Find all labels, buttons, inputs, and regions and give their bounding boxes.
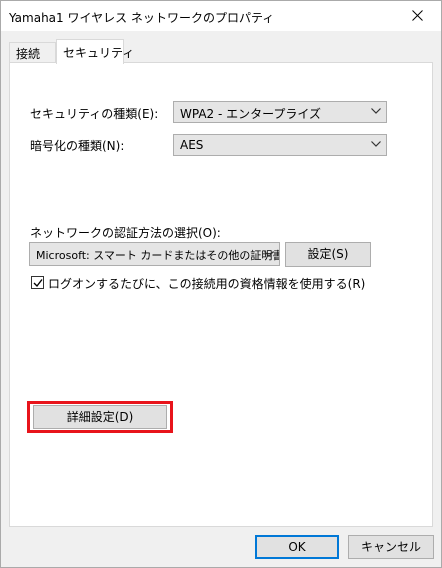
security-type-value: WPA2 - エンタープライズ	[180, 107, 322, 121]
close-icon	[412, 10, 423, 21]
chevron-down-icon	[371, 141, 381, 147]
security-type-select[interactable]: WPA2 - エンタープライズ	[173, 101, 387, 123]
remember-credentials-checkbox[interactable]	[31, 276, 44, 289]
tab-connection[interactable]: 接続	[9, 42, 56, 63]
encryption-type-label: 暗号化の種類(N):	[30, 139, 125, 153]
tab-security[interactable]: セキュリティ	[56, 39, 134, 64]
advanced-settings-button[interactable]: 詳細設定(D)	[33, 405, 167, 429]
encryption-type-select[interactable]: AES	[173, 134, 387, 156]
close-button[interactable]	[395, 1, 441, 31]
checkmark-icon	[33, 279, 43, 288]
auth-method-select[interactable]: Microsoft: スマート カードまたはその他の証明書	[29, 242, 280, 266]
cancel-button[interactable]: キャンセル	[348, 535, 434, 559]
auth-settings-button[interactable]: 設定(S)	[285, 242, 371, 267]
security-type-label: セキュリティの種類(E):	[30, 107, 159, 121]
ok-button[interactable]: OK	[255, 535, 339, 559]
chevron-down-icon	[264, 251, 274, 257]
properties-dialog: Yamaha1 ワイヤレス ネットワークのプロパティ 接続 セキュリティ セキュ…	[0, 0, 442, 568]
title-bar: Yamaha1 ワイヤレス ネットワークのプロパティ	[1, 1, 441, 31]
window-title: Yamaha1 ワイヤレス ネットワークのプロパティ	[9, 11, 275, 25]
encryption-type-value: AES	[180, 138, 204, 152]
auth-method-label: ネットワークの認証方法の選択(O):	[30, 226, 221, 240]
chevron-down-icon	[371, 108, 381, 114]
auth-method-value: Microsoft: スマート カードまたはその他の証明書	[36, 249, 280, 262]
security-panel: セキュリティの種類(E): WPA2 - エンタープライズ 暗号化の種類(N):…	[9, 62, 433, 527]
remember-credentials-label: ログオンするたびに、この接続用の資格情報を使用する(R)	[48, 277, 366, 291]
